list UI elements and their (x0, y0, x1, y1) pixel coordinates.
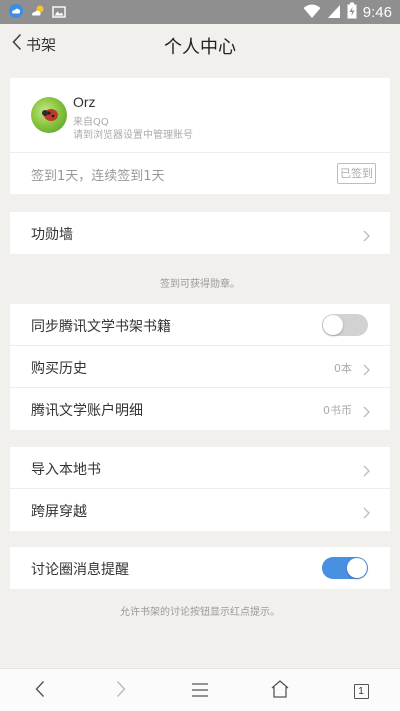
page-title: 个人中心 (164, 37, 236, 58)
discussion-alert-row: 讨论圈消息提醒 (10, 547, 390, 589)
medal-wall-row[interactable]: 功勋墙 (10, 212, 390, 254)
clock: 9:46 (362, 3, 392, 21)
medal-card: 功勋墙 (10, 212, 390, 254)
toggle-knob (323, 315, 343, 335)
sync-bookshelf-row: 同步腾讯文学书架书籍 (10, 304, 390, 346)
chevron-right-icon (363, 403, 370, 422)
checkin-row: 签到1天，连续签到1天 已签到 (10, 153, 390, 194)
nav-forward-button[interactable] (110, 680, 132, 702)
discussion-alert-toggle[interactable] (322, 557, 368, 579)
checkin-status: 签到1天，连续签到1天 (31, 169, 165, 184)
toggle-knob (347, 558, 367, 578)
discussion-alert-label: 讨论圈消息提醒 (31, 562, 129, 578)
status-bar: 9:46 (0, 0, 400, 24)
menu-icon (191, 682, 209, 701)
nickname: Orz (73, 94, 96, 110)
signal-icon (327, 3, 341, 23)
import-local-label: 导入本地书 (31, 462, 101, 478)
title-bar: 书架 个人中心 (0, 24, 400, 64)
nav-menu-button[interactable] (189, 680, 211, 702)
chevron-right-icon (363, 361, 370, 380)
cross-screen-row[interactable]: 跨屏穿越 (10, 489, 390, 531)
medal-wall-label: 功勋墙 (31, 227, 73, 243)
chevron-right-icon (363, 462, 370, 481)
chevron-left-icon (35, 680, 45, 702)
home-icon (270, 680, 290, 702)
weather-icon (30, 3, 46, 23)
battery-icon (347, 2, 357, 23)
chevron-right-icon (363, 504, 370, 523)
sync-bookshelf-label: 同步腾讯文学书架书籍 (31, 319, 171, 335)
discussion-card: 讨论圈消息提醒 (10, 547, 390, 589)
nav-tabs-button[interactable]: 1 (350, 680, 372, 702)
account-card: 同步腾讯文学书架书籍 购买历史 0本 腾讯文学账户明细 0书币 (10, 304, 390, 430)
tab-count: 1 (353, 683, 369, 699)
chevron-right-icon (116, 680, 126, 702)
discussion-note: 允许书架的讨论按钮显示红点提示。 (120, 607, 280, 618)
purchase-count: 0本 (334, 362, 352, 375)
account-detail-row[interactable]: 腾讯文学账户明细 0书币 (10, 388, 390, 430)
account-detail-label: 腾讯文学账户明细 (31, 403, 143, 419)
chevron-right-icon (363, 227, 370, 246)
nav-home-button[interactable] (269, 680, 291, 702)
medal-note: 签到可获得勋章。 (160, 279, 240, 290)
cloud-app-icon (8, 3, 24, 23)
checked-in-button[interactable]: 已签到 (337, 163, 376, 184)
coin-balance: 0书币 (323, 404, 352, 417)
tools-card: 导入本地书 跨屏穿越 (10, 447, 390, 531)
cross-screen-label: 跨屏穿越 (31, 504, 87, 520)
purchase-history-label: 购买历史 (31, 361, 87, 377)
wifi-icon (303, 3, 321, 23)
import-local-row[interactable]: 导入本地书 (10, 447, 390, 489)
bottom-nav: 1 (0, 668, 400, 711)
profile-row[interactable]: Orz 来自QQ 请到浏览器设置中管理账号 (10, 78, 390, 153)
avatar[interactable] (31, 97, 67, 133)
manage-account-hint: 请到浏览器设置中管理账号 (73, 130, 193, 141)
purchase-history-row[interactable]: 购买历史 0本 (10, 346, 390, 388)
image-icon (52, 4, 66, 23)
nav-back-button[interactable] (29, 680, 51, 702)
sync-bookshelf-toggle[interactable] (322, 314, 368, 336)
profile-card: Orz 来自QQ 请到浏览器设置中管理账号 签到1天，连续签到1天 已签到 (10, 78, 390, 194)
